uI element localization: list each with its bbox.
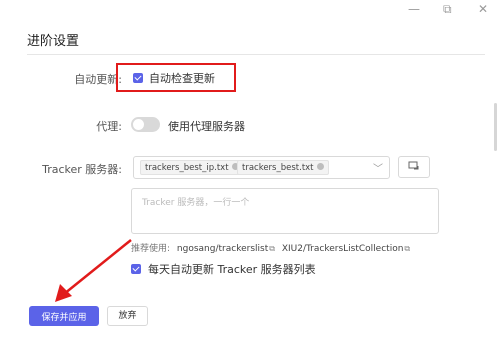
arrow-head: [55, 284, 72, 302]
arrow-shaft: [63, 239, 132, 295]
annotation-arrow: [55, 239, 132, 302]
